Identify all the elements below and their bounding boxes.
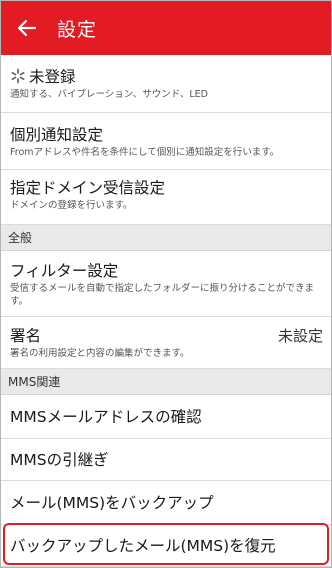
- notification-subtitle: 通知する、バイブレーション、サウンド、LED: [10, 89, 208, 100]
- arrow-left-icon: [17, 19, 37, 37]
- notification-settings-item[interactable]: 未登録 通知する、バイブレーション、サウンド、LED: [1, 55, 331, 113]
- section-header-mms: MMS関連: [1, 369, 331, 395]
- domain-reception-title: 指定ドメイン受信設定: [10, 179, 166, 197]
- filter-settings-subtitle: 受信するメールを自動で指定したフォルダーに振り分けることができます。: [10, 283, 315, 307]
- app-bar: 設定: [1, 1, 331, 55]
- screen: 設定 未登録 通知する、バイブレーション、サウンド、LED 個別通知設定 Fro…: [0, 0, 332, 568]
- back-button[interactable]: [3, 1, 51, 55]
- signature-item[interactable]: 署名 未設定 署名の利用設定と内容の編集ができます。: [1, 317, 331, 369]
- domain-reception-subtitle: ドメインの登録を行います。: [10, 200, 133, 211]
- domain-reception-item[interactable]: 指定ドメイン受信設定 ドメインの登録を行います。: [1, 170, 331, 225]
- filter-settings-title: フィルター設定: [10, 262, 119, 280]
- page-title: 設定: [57, 18, 98, 41]
- individual-notification-item[interactable]: 個別通知設定 Fromアドレスや件名を条件にして個別に通知設定を行います。: [1, 113, 331, 170]
- mms-transfer-item[interactable]: MMSの引継ぎ: [1, 439, 331, 481]
- mms-backup-title: メール(MMS)をバックアップ: [10, 493, 214, 512]
- highlight-box: [3, 523, 329, 565]
- individual-notification-title: 個別通知設定: [10, 126, 104, 144]
- mms-address-check-item[interactable]: MMSメールアドレスの確認: [1, 395, 331, 439]
- signature-subtitle: 署名の利用設定と内容の編集ができます。: [10, 348, 190, 359]
- mms-address-check-title: MMSメールアドレスの確認: [10, 407, 202, 426]
- individual-notification-subtitle: Fromアドレスや件名を条件にして個別に通知設定を行います。: [10, 147, 280, 158]
- notification-status-label: 未登録: [29, 68, 76, 86]
- signature-value: 未設定: [277, 327, 323, 345]
- filter-settings-item[interactable]: フィルター設定 受信するメールを自動で指定したフォルダーに振り分けることができま…: [1, 251, 331, 317]
- section-header-general: 全般: [1, 225, 331, 251]
- signature-title: 署名: [10, 326, 42, 345]
- mms-backup-item[interactable]: メール(MMS)をバックアップ: [1, 481, 331, 525]
- mms-transfer-title: MMSの引継ぎ: [10, 450, 109, 469]
- loading-spinner-icon: [11, 68, 25, 84]
